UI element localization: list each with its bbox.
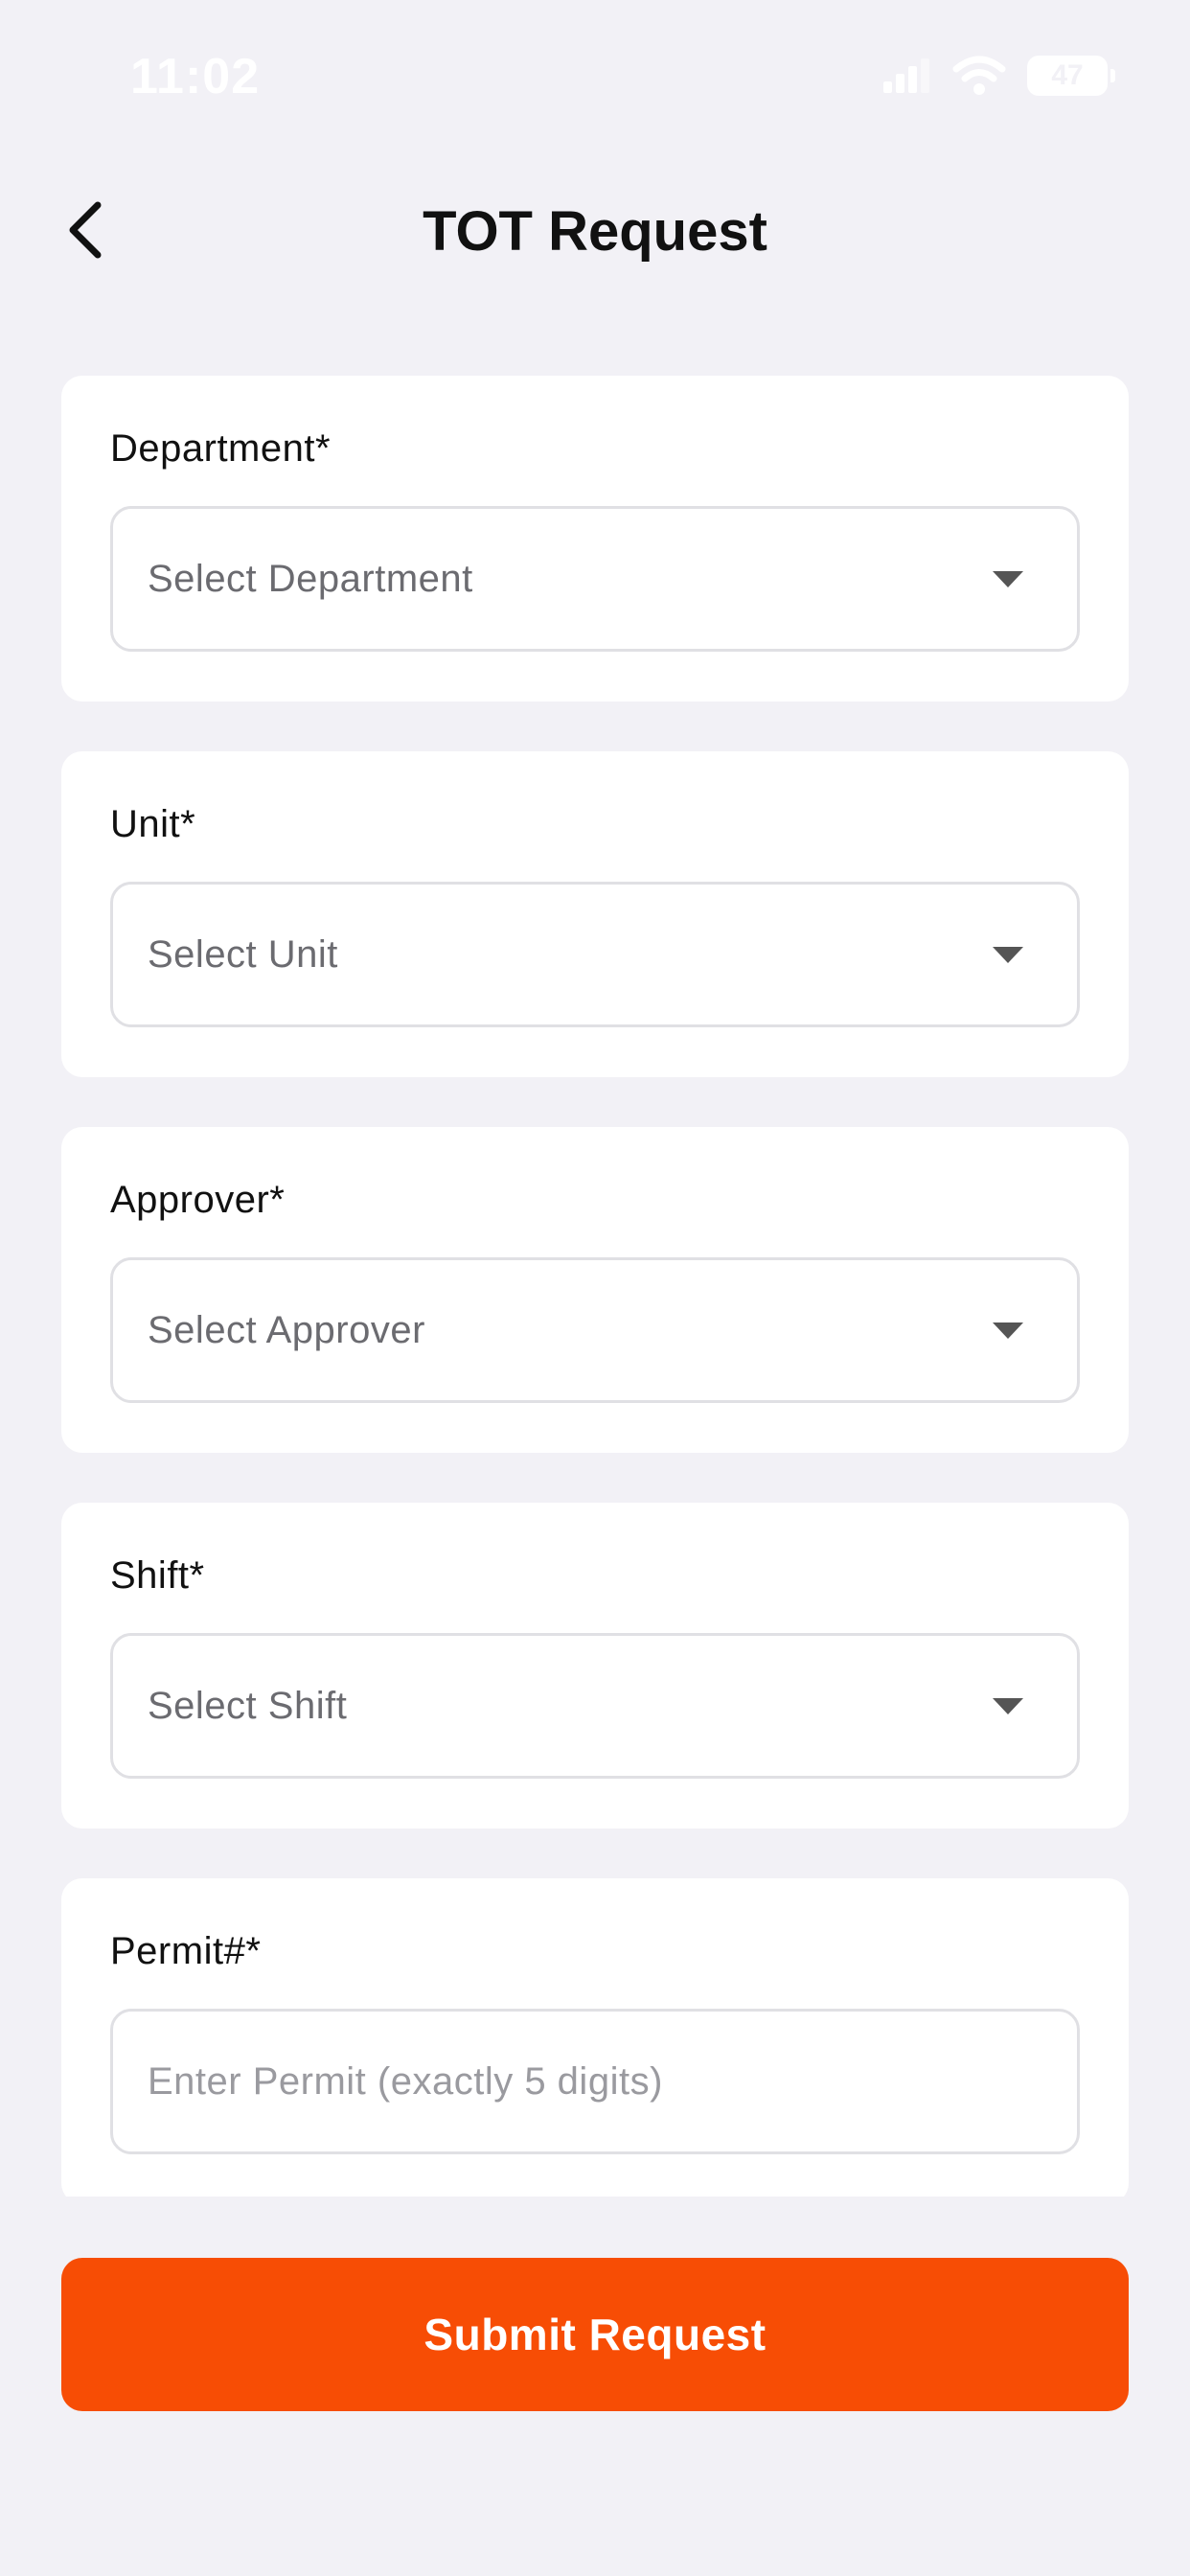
caret-down-icon	[993, 1698, 1023, 1714]
shift-label: Shift*	[110, 1554, 205, 1597]
caret-down-icon	[993, 947, 1023, 963]
unit-select-value: Select Unit	[148, 932, 338, 976]
department-card: Department* Select Department	[61, 376, 1129, 702]
submit-request-button[interactable]: Submit Request	[61, 2258, 1129, 2411]
request-form: Department* Select Department Unit* Sele…	[61, 376, 1129, 2196]
signal-icon	[883, 58, 929, 93]
status-icons: 47	[881, 56, 1115, 96]
wifi-icon	[952, 56, 1006, 95]
battery-icon: 47	[1027, 56, 1115, 96]
approver-select[interactable]: Select Approver	[110, 1257, 1080, 1403]
unit-select[interactable]: Select Unit	[110, 882, 1080, 1027]
unit-card: Unit* Select Unit	[61, 751, 1129, 1077]
department-select[interactable]: Select Department	[110, 506, 1080, 652]
approver-select-value: Select Approver	[148, 1308, 425, 1351]
approver-card: Approver* Select Approver	[61, 1127, 1129, 1453]
permit-field-wrapper	[110, 2009, 1080, 2154]
approver-label: Approver*	[110, 1179, 286, 1221]
department-label: Department*	[110, 427, 332, 470]
caret-down-icon	[993, 571, 1023, 587]
permit-input[interactable]	[148, 2059, 1042, 2104]
page-title: TOT Request	[423, 200, 767, 263]
status-bar: 11:02 47	[0, 0, 1190, 153]
permit-label: Permit#*	[110, 1930, 262, 1972]
shift-select-value: Select Shift	[148, 1684, 348, 1727]
screen: 11:02 47 TOT Request Department* Select …	[0, 0, 1190, 2576]
department-select-value: Select Department	[148, 557, 473, 600]
caret-down-icon	[993, 1322, 1023, 1339]
permit-card: Permit#*	[61, 1878, 1129, 2196]
shift-select[interactable]: Select Shift	[110, 1633, 1080, 1779]
unit-label: Unit*	[110, 803, 196, 845]
battery-level: 47	[1051, 59, 1084, 91]
shift-card: Shift* Select Shift	[61, 1503, 1129, 1828]
header: TOT Request	[0, 172, 1190, 288]
status-time: 11:02	[130, 49, 261, 104]
